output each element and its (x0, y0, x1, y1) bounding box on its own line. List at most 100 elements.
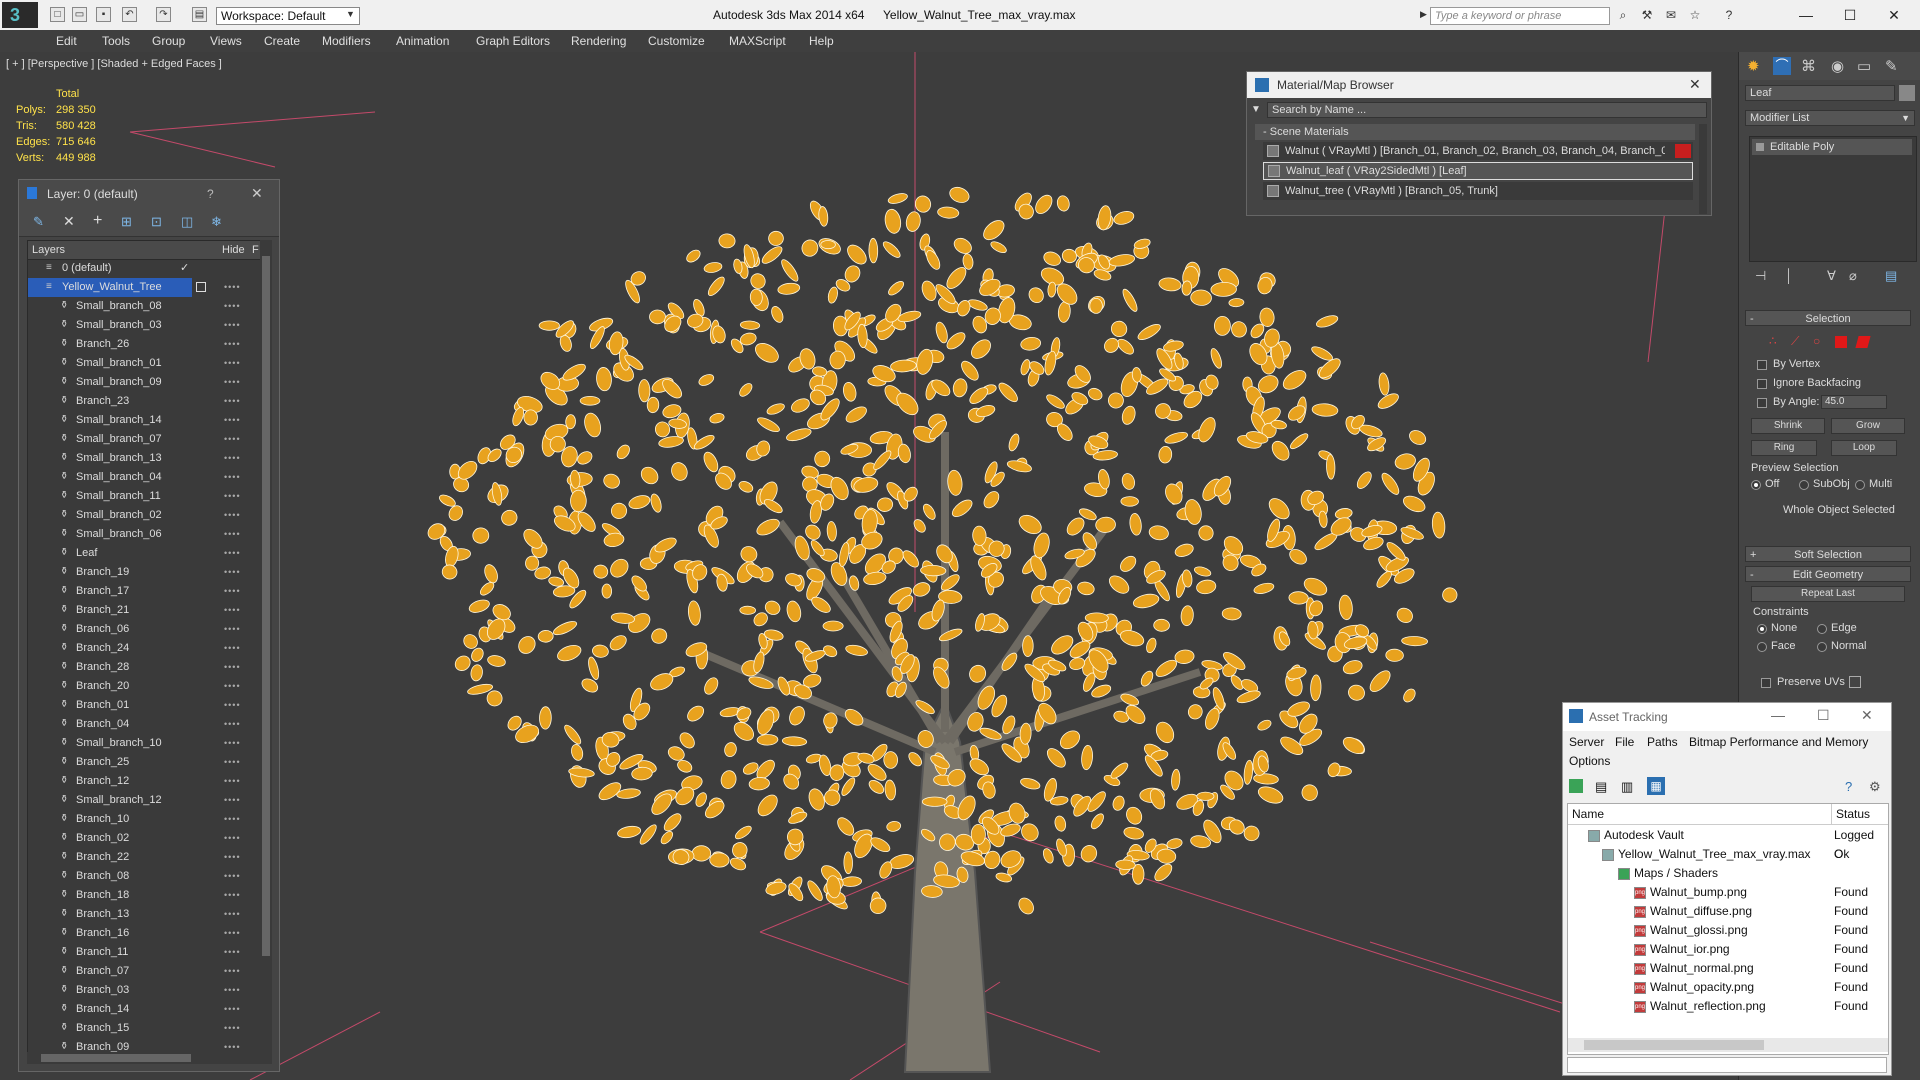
menu-graph-editors[interactable]: Graph Editors (476, 34, 550, 48)
edge-mode-icon[interactable]: ⟋ (1791, 334, 1799, 349)
material-item-walnut[interactable]: Walnut ( VRayMtl ) [Branch_01, Branch_02… (1263, 142, 1693, 160)
constraint-face-radio[interactable] (1757, 642, 1767, 652)
asset-row[interactable]: png Walnut_glossi.png Found (1568, 921, 1886, 940)
hide-toggle[interactable]: •••• (224, 924, 241, 943)
hide-toggle[interactable]: •••• (224, 734, 241, 753)
layer-row[interactable]: ⚱ Branch_28 •••• (28, 658, 260, 677)
layer-row[interactable]: ⚱ Small_branch_11 •••• (28, 487, 260, 506)
asset-menu-file[interactable]: File (1615, 735, 1634, 749)
menu-maxscript[interactable]: MAXScript (729, 34, 786, 48)
set-current-layer-icon[interactable] (196, 282, 206, 292)
hide-toggle[interactable]: •••• (224, 715, 241, 734)
edit-geometry-rollout[interactable]: - Edit Geometry (1745, 566, 1911, 582)
constraint-none-radio[interactable] (1757, 624, 1767, 634)
save-file-icon[interactable]: ▪ (96, 7, 111, 22)
layer-hscrollbar[interactable] (27, 1052, 272, 1064)
hide-toggle[interactable]: •••• (224, 981, 241, 1000)
highlight-layer-icon[interactable]: ⊡ (151, 214, 162, 230)
layer-row[interactable]: ⚱ Branch_06 •••• (28, 620, 260, 639)
app-menu-button[interactable]: 3 (2, 2, 38, 28)
material-browser-header[interactable]: Material/Map Browser ✕ (1247, 72, 1711, 98)
layer-row[interactable]: ⚱ Branch_21 •••• (28, 601, 260, 620)
layer-row[interactable]: ⚱ Branch_01 •••• (28, 696, 260, 715)
layer-scrollbar-thumb[interactable] (262, 256, 270, 956)
layer-row[interactable]: ⚱ Small_branch_02 •••• (28, 506, 260, 525)
menu-customize[interactable]: Customize (648, 34, 705, 48)
object-color-swatch[interactable] (1899, 85, 1915, 101)
asset-row[interactable]: Maps / Shaders (1568, 864, 1886, 883)
utilities-tab-icon[interactable]: ✎ (1885, 57, 1898, 75)
list-view-icon[interactable]: ▤ (1595, 779, 1607, 795)
communication-icon[interactable]: ✉ (1664, 8, 1678, 22)
asset-tracking-header[interactable]: Asset Tracking — ☐ ✕ (1563, 703, 1891, 731)
hierarchy-tab-icon[interactable]: ⌘ (1801, 57, 1816, 75)
hide-all-icon[interactable]: ◫ (181, 214, 193, 230)
soft-selection-rollout[interactable]: + Soft Selection (1745, 546, 1911, 562)
layer-row[interactable]: ⚱ Branch_18 •••• (28, 886, 260, 905)
layer-row[interactable]: ⚱ Small_branch_01 •••• (28, 354, 260, 373)
maximize-icon[interactable]: ☐ (1830, 4, 1870, 26)
pin-stack-icon[interactable]: ⊣ (1755, 268, 1766, 284)
layer-row[interactable]: ⚱ Leaf •••• (28, 544, 260, 563)
layer-scrollbar[interactable] (260, 240, 272, 1052)
hide-toggle[interactable]: •••• (224, 563, 241, 582)
layer-row-selected[interactable]: ≡ Yellow_Walnut_Tree •••• (28, 278, 240, 297)
element-mode-icon[interactable] (1855, 336, 1871, 348)
repeat-last-button[interactable]: Repeat Last (1751, 586, 1905, 602)
layer-row[interactable]: ⚱ Branch_20 •••• (28, 677, 260, 696)
asset-row[interactable]: png Walnut_reflection.png Found (1568, 997, 1886, 1016)
display-tab-icon[interactable]: ▭ (1857, 57, 1871, 75)
modify-tab-icon[interactable]: ⌒ (1773, 57, 1791, 75)
angle-spinner[interactable]: 45.0 (1821, 395, 1887, 409)
make-unique-icon[interactable]: ∀ (1827, 268, 1836, 284)
layer-row[interactable]: ⚱ Branch_02 •••• (28, 829, 260, 848)
asset-row[interactable]: png Walnut_opacity.png Found (1568, 978, 1886, 997)
layer-row[interactable]: ⚱ Branch_10 •••• (28, 810, 260, 829)
material-search-input[interactable]: Search by Name ... (1267, 102, 1707, 118)
hide-toggle[interactable]: •••• (224, 468, 241, 487)
layer-row[interactable]: ⚱ Branch_13 •••• (28, 905, 260, 924)
layer-row[interactable]: ⚱ Branch_23 •••• (28, 392, 260, 411)
by-angle-checkbox[interactable] (1757, 398, 1767, 408)
hide-toggle[interactable]: •••• (224, 639, 241, 658)
layer-row[interactable]: ⚱ Branch_15 •••• (28, 1019, 260, 1038)
layer-row[interactable]: ⚱ Branch_14 •••• (28, 1000, 260, 1019)
hide-toggle[interactable]: •••• (224, 392, 241, 411)
asset-menu-server[interactable]: Server (1569, 735, 1604, 749)
help-icon[interactable]: ? (1722, 8, 1736, 22)
hide-toggle[interactable]: •••• (224, 601, 241, 620)
workspace-dropdown[interactable]: Workspace: Default (216, 7, 360, 25)
expand-icon[interactable] (1756, 143, 1764, 151)
hide-toggle[interactable]: •••• (224, 582, 241, 601)
menu-edit[interactable]: Edit (56, 34, 77, 48)
menu-create[interactable]: Create (264, 34, 300, 48)
layer-panel-help[interactable]: ? (207, 187, 214, 201)
hide-toggle[interactable]: •••• (224, 791, 241, 810)
hide-toggle[interactable]: •••• (224, 430, 241, 449)
layer-row[interactable]: ⚱ Small_branch_12 •••• (28, 791, 260, 810)
asset-row[interactable]: Yellow_Walnut_Tree_max_vray.max Ok (1568, 845, 1886, 864)
chevron-down-icon[interactable]: ▼ (346, 9, 355, 19)
layer-row[interactable]: ⚱ Branch_08 •••• (28, 867, 260, 886)
layer-row[interactable]: ⚱ Branch_17 •••• (28, 582, 260, 601)
layer-row[interactable]: ⚱ Branch_03 •••• (28, 981, 260, 1000)
layer-panel-header[interactable]: Layer: 0 (default) ? ✕ (19, 180, 279, 208)
hide-toggle[interactable]: •••• (224, 506, 241, 525)
show-end-result-icon[interactable]: │ (1785, 268, 1793, 283)
asset-menu-bitmap[interactable]: Bitmap Performance and Memory (1689, 735, 1868, 749)
viewport-label[interactable]: [ + ] [Perspective ] [Shaded + Edged Fac… (6, 58, 222, 70)
close-icon[interactable]: ✕ (1689, 76, 1701, 93)
menu-modifiers[interactable]: Modifiers (322, 34, 371, 48)
layer-row[interactable]: ⚱ Small_branch_08 •••• (28, 297, 260, 316)
asset-hscrollbar-thumb[interactable] (1584, 1040, 1764, 1050)
expand-search-icon[interactable]: ▶ (1420, 9, 1427, 20)
layer-row[interactable]: ⚱ Small_branch_07 •••• (28, 430, 260, 449)
hide-toggle[interactable]: •••• (224, 753, 241, 772)
maximize-icon[interactable]: ☐ (1817, 707, 1830, 724)
hide-toggle[interactable]: •••• (224, 525, 241, 544)
hide-toggle[interactable]: •••• (224, 620, 241, 639)
col-status[interactable]: Status (1836, 807, 1870, 821)
create-layer-icon[interactable]: ✎ (33, 214, 44, 230)
hide-toggle[interactable]: •••• (224, 487, 241, 506)
layer-row[interactable]: ⚱ Small_branch_13 •••• (28, 449, 260, 468)
